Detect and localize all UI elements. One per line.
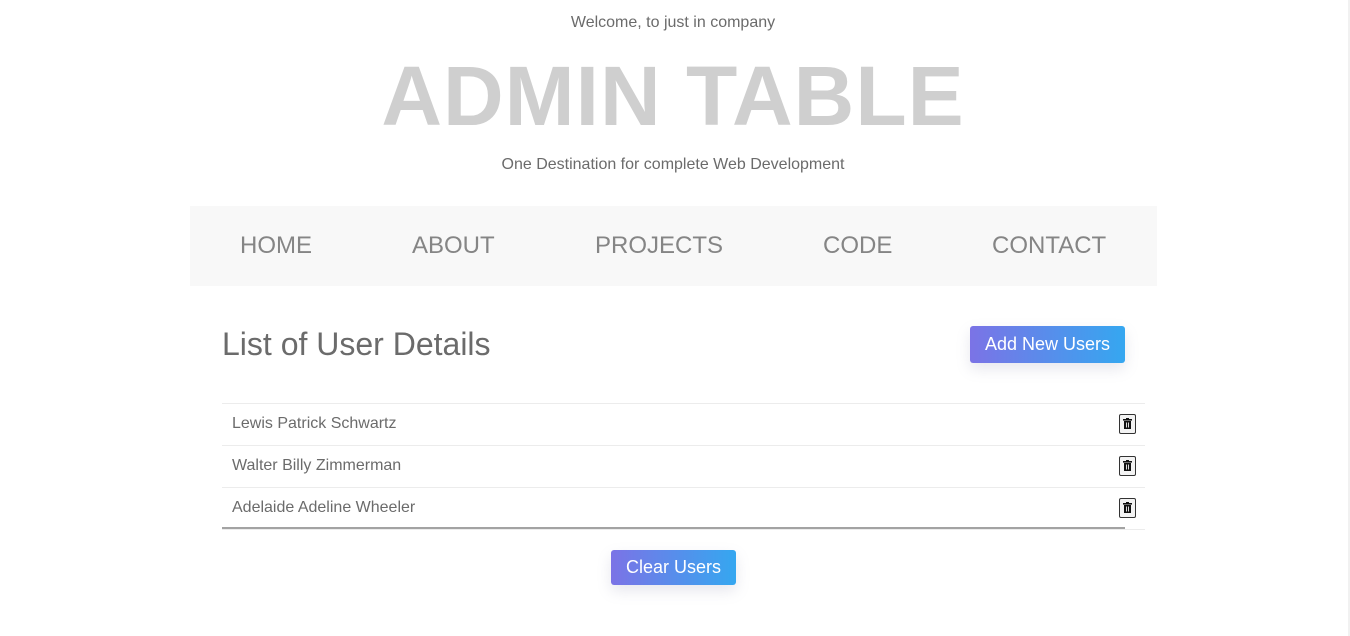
user-list: Lewis Patrick Schwartz Walter Billy Zimm… xyxy=(222,403,1145,530)
trash-icon xyxy=(1123,502,1132,513)
page-title: ADMIN TABLE xyxy=(381,49,965,143)
page: Welcome, to just in company ADMIN TABLE … xyxy=(0,0,1350,636)
trash-icon xyxy=(1123,460,1132,471)
delete-user-button[interactable] xyxy=(1119,498,1136,518)
add-new-users-button[interactable]: Add New Users xyxy=(970,326,1125,363)
delete-user-button[interactable] xyxy=(1119,414,1136,434)
welcome-text: Welcome, to just in company xyxy=(570,14,776,31)
page-subtitle: One Destination for complete Web Develop… xyxy=(501,156,845,173)
clear-users-button[interactable]: Clear Users xyxy=(611,550,736,585)
nav-item-projects[interactable]: PROJECTS xyxy=(595,232,723,260)
delete-user-button[interactable] xyxy=(1119,456,1136,476)
nav-item-about[interactable]: ABOUT xyxy=(412,232,495,260)
trash-icon xyxy=(1123,418,1132,429)
user-name: Walter Billy Zimmerman xyxy=(232,457,402,474)
list-heading: List of User Details xyxy=(222,326,491,362)
list-item: Adelaide Adeline Wheeler xyxy=(222,488,1145,530)
nav-item-contact[interactable]: CONTACT xyxy=(992,232,1106,260)
nav-item-code[interactable]: CODE xyxy=(823,232,892,260)
list-item: Lewis Patrick Schwartz xyxy=(222,404,1145,446)
user-name: Adelaide Adeline Wheeler xyxy=(232,499,416,516)
list-divider xyxy=(222,527,1125,529)
user-name: Lewis Patrick Schwartz xyxy=(232,415,397,432)
list-item: Walter Billy Zimmerman xyxy=(222,446,1145,488)
nav-item-home[interactable]: HOME xyxy=(240,232,312,260)
main-nav: HOME ABOUT PROJECTS CODE CONTACT xyxy=(190,206,1157,286)
